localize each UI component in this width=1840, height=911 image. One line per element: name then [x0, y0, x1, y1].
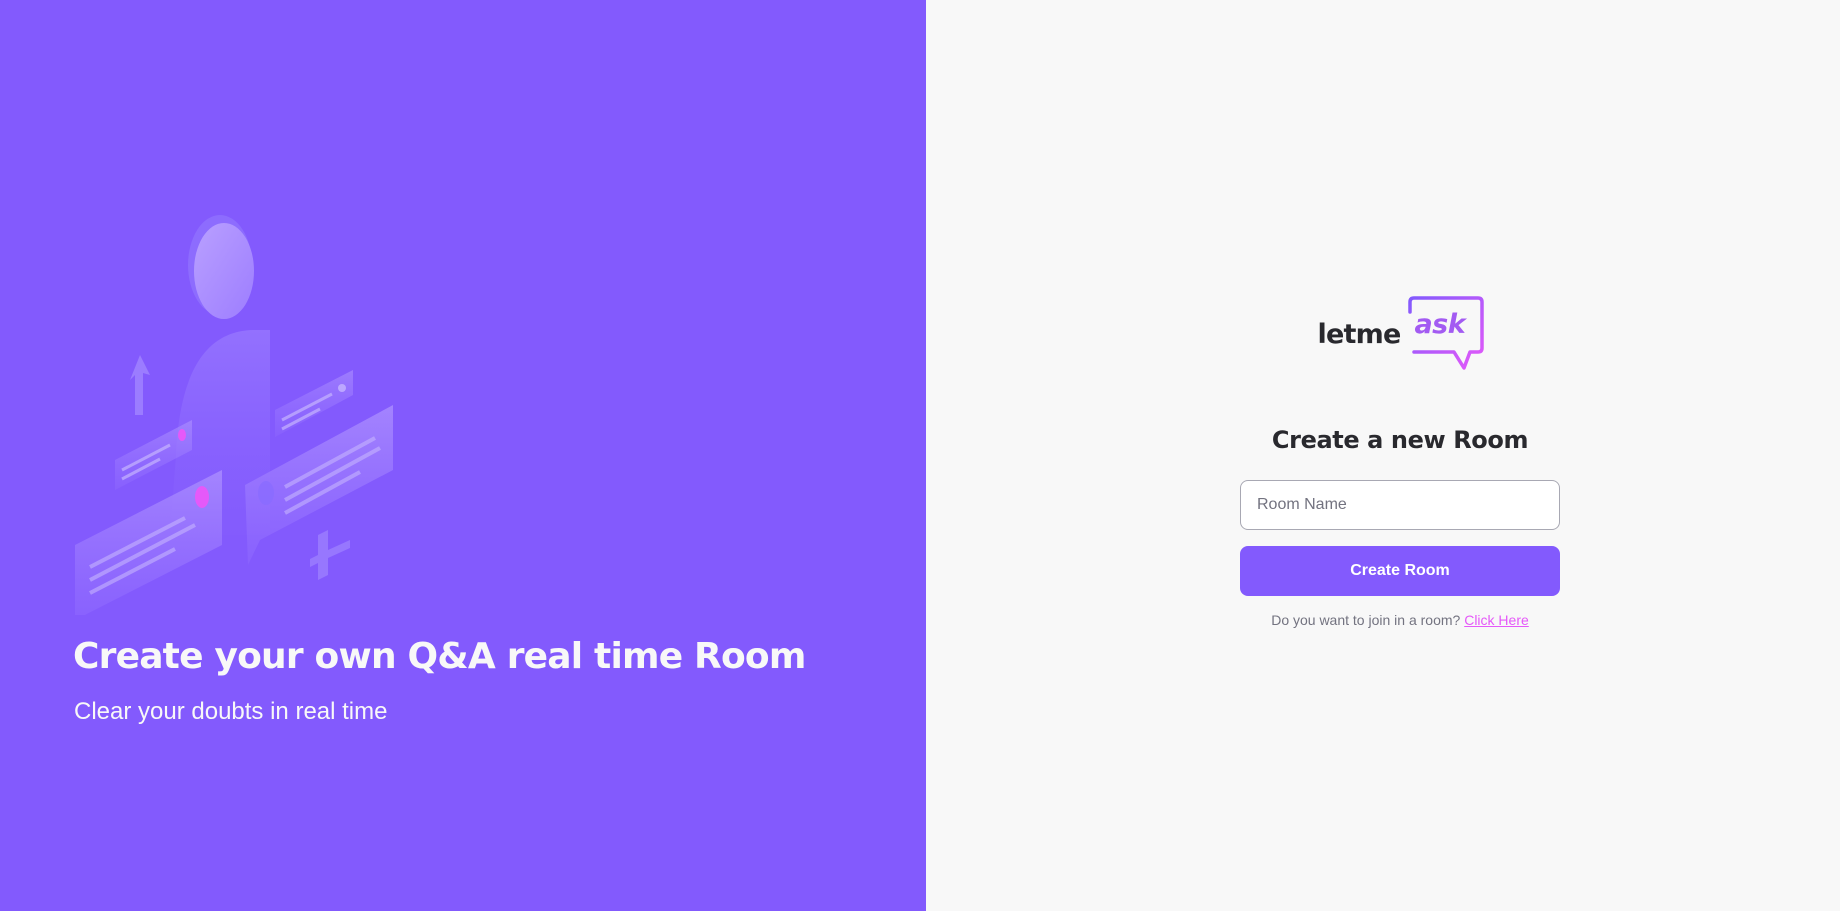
speech-bubble-icon: ask — [1406, 296, 1485, 372]
create-room-button[interactable]: Create Room — [1240, 546, 1560, 596]
logo-text-ask: ask — [1414, 309, 1466, 340]
aside-title: Create your own Q&A real time Room — [73, 636, 806, 677]
create-room-form: Create Room — [1240, 480, 1560, 596]
page-title: Create a new Room — [1271, 426, 1529, 454]
room-name-input[interactable] — [1240, 480, 1560, 530]
join-room-prompt: Do you want to join in a room? Click Her… — [1271, 612, 1529, 628]
page: Create your own Q&A real time Room Clear… — [0, 0, 1840, 911]
aside-panel: Create your own Q&A real time Room Clear… — [0, 0, 926, 911]
join-room-link[interactable]: Click Here — [1464, 612, 1529, 628]
qa-illustration — [75, 215, 393, 615]
main-panel: letme ask Create a new Room Room Name Cr… — [926, 0, 1840, 911]
logo-text-letme: letme — [1317, 318, 1402, 350]
aside-subtitle: Clear your doubts in real time — [74, 698, 388, 725]
join-room-text: Do you want to join in a room? — [1271, 612, 1461, 628]
create-room-card: letme ask Create a new Room Room Name Cr… — [1240, 296, 1560, 628]
letmeask-logo: letme ask — [1318, 296, 1485, 372]
